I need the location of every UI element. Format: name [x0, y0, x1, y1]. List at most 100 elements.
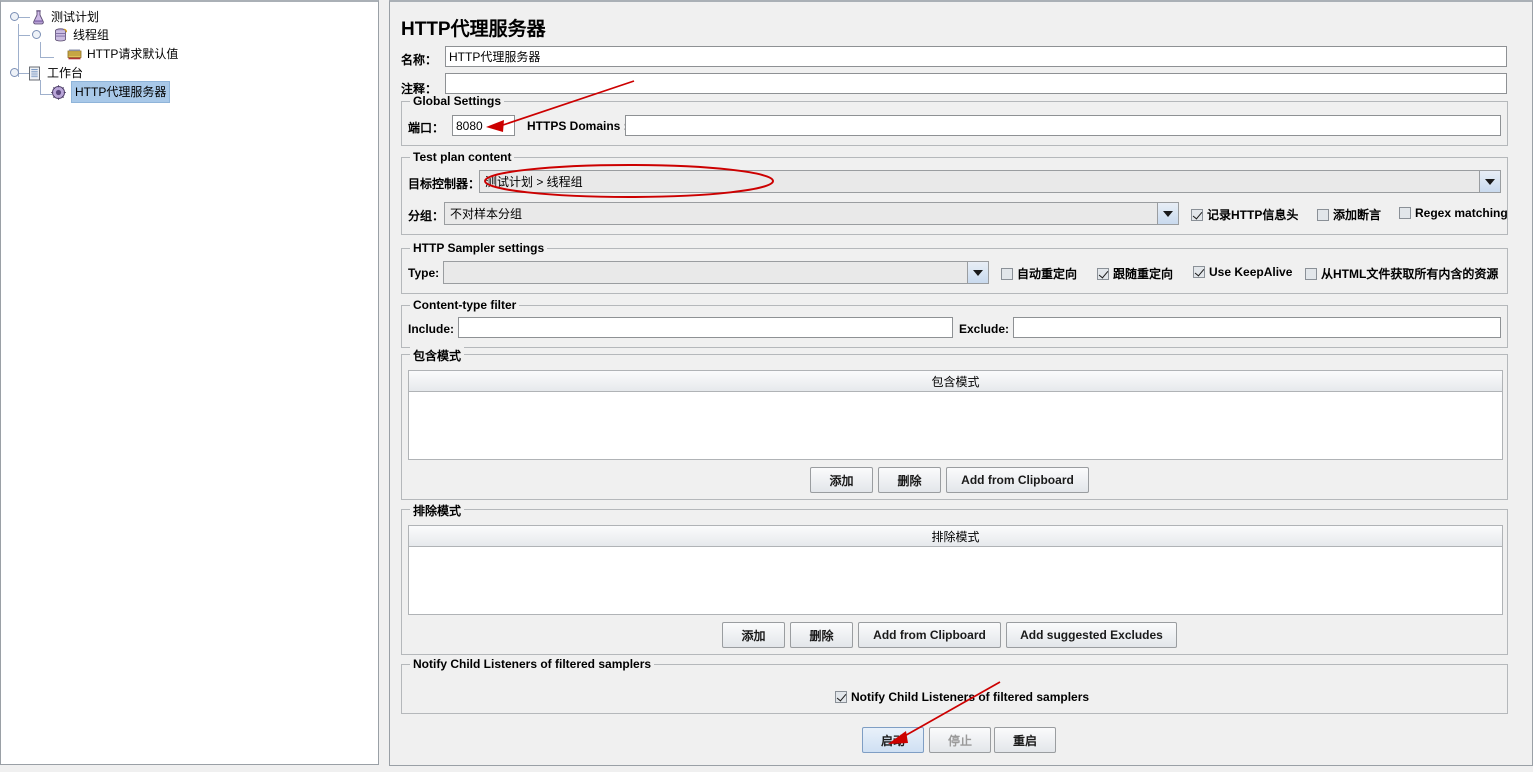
include-input[interactable]	[458, 317, 953, 338]
tree-item-label: 测试计划	[51, 10, 100, 24]
name-label: 名称：	[401, 53, 438, 67]
exclude-patterns-table-body[interactable]	[409, 547, 1502, 614]
tree-line	[40, 80, 41, 95]
exclude-patterns-group: 排除模式 排除模式 添加 删除 Add from Clipboard Add s…	[401, 502, 1508, 655]
include-delete-button[interactable]: 删除	[878, 467, 941, 493]
port-input[interactable]	[452, 115, 515, 136]
target-controller-value: 测试计划 > 线程组	[485, 175, 583, 189]
checkbox-box[interactable]	[1193, 266, 1205, 278]
http-defaults-icon	[66, 46, 83, 63]
https-domains-input[interactable]	[625, 115, 1501, 136]
tree-line	[18, 17, 30, 18]
tree-expand-handle-workbench[interactable]	[10, 68, 19, 77]
checkbox-record-http-headers[interactable]: 记录HTTP信息头	[1191, 206, 1298, 223]
chevron-down-icon[interactable]	[1157, 203, 1178, 224]
tree-expand-handle-thread-group[interactable]	[32, 30, 41, 39]
tree-expand-handle-test-plan[interactable]	[10, 12, 19, 21]
checkbox-notify-child-listeners[interactable]: Notify Child Listeners of filtered sampl…	[835, 690, 1089, 704]
include-add-button[interactable]: 添加	[810, 467, 873, 493]
exclude-patterns-title: 排除模式	[410, 502, 465, 519]
exclude-patterns-column-header: 排除模式	[409, 526, 1502, 547]
checkbox-regex-matching[interactable]: Regex matching	[1399, 206, 1508, 220]
tree-item-label: HTTP代理服务器	[71, 81, 171, 103]
include-patterns-title: 包含模式	[410, 347, 465, 364]
test-plan-content-group: Test plan content 目标控制器： 测试计划 > 线程组 分组： …	[401, 150, 1508, 235]
start-button[interactable]: 启动	[862, 727, 924, 753]
grouping-combo[interactable]: 不对样本分组	[444, 202, 1179, 225]
tree-item-label: 工作台	[47, 66, 84, 80]
add-suggested-excludes-button[interactable]: Add suggested Excludes	[1006, 622, 1177, 648]
http-sampler-settings-title: HTTP Sampler settings	[410, 241, 548, 255]
checkbox-label: 记录HTTP信息头	[1207, 208, 1299, 222]
tree-item-thread-group[interactable]: 线程组	[52, 26, 109, 44]
global-settings-group: Global Settings 端口： HTTPS Domains :	[401, 94, 1508, 146]
thread-group-icon	[52, 27, 69, 44]
jmeter-window: 测试计划 线程组 HTTP请求默认值 工作台 HTTP代理服务器 HTTP代理服…	[0, 0, 1533, 772]
checkbox-auto-redirect[interactable]: 自动重定向	[1001, 265, 1077, 282]
restart-button[interactable]: 重启	[994, 727, 1056, 753]
checkbox-box[interactable]	[1317, 208, 1329, 221]
chevron-down-icon[interactable]	[1479, 171, 1500, 192]
include-patterns-group: 包含模式 包含模式 添加 删除 Add from Clipboard	[401, 347, 1508, 500]
checkbox-box[interactable]	[835, 691, 847, 703]
tree-line	[40, 57, 54, 58]
http-proxy-server-panel: HTTP代理服务器 名称： 注释： Global Settings 端口： HT…	[389, 0, 1533, 766]
include-add-from-clipboard-button[interactable]: Add from Clipboard	[946, 467, 1089, 493]
checkbox-box[interactable]	[1305, 267, 1317, 280]
tree-item-label: 线程组	[73, 28, 110, 42]
comment-input[interactable]	[445, 73, 1507, 94]
checkbox-label: Notify Child Listeners of filtered sampl…	[851, 690, 1090, 704]
tree-item-workbench[interactable]: 工作台	[26, 64, 83, 82]
tree-line	[40, 42, 41, 58]
stop-button: 停止	[929, 727, 991, 753]
checkbox-retrieve-embedded-resources[interactable]: 从HTML文件获取所有内含的资源	[1305, 265, 1498, 282]
checkbox-box[interactable]	[1097, 267, 1109, 280]
checkbox-label: 跟随重定向	[1113, 267, 1174, 281]
http-sampler-settings-group: HTTP Sampler settings Type: 自动重定向 跟随重定向 …	[401, 241, 1508, 294]
checkbox-label: 自动重定向	[1017, 267, 1078, 281]
checkbox-label: 从HTML文件获取所有内含的资源	[1321, 267, 1499, 281]
tree-item-test-plan[interactable]: 测试计划	[30, 8, 99, 26]
port-label: 端口：	[408, 121, 445, 135]
grouping-label: 分组：	[408, 209, 445, 223]
checkbox-label: 添加断言	[1333, 208, 1382, 222]
test-plan-tree[interactable]: 测试计划 线程组 HTTP请求默认值 工作台 HTTP代理服务器	[0, 0, 379, 765]
target-controller-label: 目标控制器：	[408, 177, 481, 191]
checkbox-use-keepalive[interactable]: Use KeepAlive	[1193, 265, 1292, 279]
checkbox-box[interactable]	[1191, 208, 1203, 221]
exclude-input[interactable]	[1013, 317, 1501, 338]
type-combo[interactable]	[443, 261, 989, 284]
include-label: Include:	[408, 322, 455, 336]
checkbox-box[interactable]	[1399, 207, 1411, 219]
notify-child-listeners-title: Notify Child Listeners of filtered sampl…	[410, 657, 655, 671]
tree-item-http-proxy-server[interactable]: HTTP代理服务器	[50, 81, 171, 103]
global-settings-title: Global Settings	[410, 94, 505, 108]
test-plan-icon	[30, 9, 47, 26]
page-title: HTTP代理服务器	[401, 19, 546, 40]
tree-line	[18, 35, 30, 36]
checkbox-label: Regex matching	[1415, 206, 1508, 220]
include-patterns-column-header: 包含模式	[409, 371, 1502, 392]
chevron-down-icon[interactable]	[967, 262, 988, 283]
include-patterns-table-body[interactable]	[409, 392, 1502, 459]
exclude-label: Exclude:	[959, 322, 1010, 336]
exclude-delete-button[interactable]: 删除	[790, 622, 853, 648]
exclude-add-from-clipboard-button[interactable]: Add from Clipboard	[858, 622, 1001, 648]
notify-child-listeners-group: Notify Child Listeners of filtered sampl…	[401, 657, 1508, 714]
target-controller-combo[interactable]: 测试计划 > 线程组	[479, 170, 1501, 193]
type-label: Type:	[408, 266, 440, 280]
http-proxy-icon	[50, 84, 67, 101]
content-type-filter-title: Content-type filter	[410, 298, 520, 312]
test-plan-content-title: Test plan content	[410, 150, 515, 164]
tree-item-http-defaults[interactable]: HTTP请求默认值	[66, 45, 178, 63]
checkbox-box[interactable]	[1001, 267, 1013, 280]
name-input[interactable]	[445, 46, 1507, 67]
content-type-filter-group: Content-type filter Include: Exclude:	[401, 298, 1508, 348]
grouping-value: 不对样本分组	[450, 207, 523, 221]
checkbox-add-assertions[interactable]: 添加断言	[1317, 206, 1381, 223]
exclude-patterns-table[interactable]: 排除模式	[408, 525, 1503, 615]
exclude-add-button[interactable]: 添加	[722, 622, 785, 648]
checkbox-follow-redirect[interactable]: 跟随重定向	[1097, 265, 1173, 282]
include-patterns-table[interactable]: 包含模式	[408, 370, 1503, 460]
workbench-icon	[26, 65, 43, 82]
